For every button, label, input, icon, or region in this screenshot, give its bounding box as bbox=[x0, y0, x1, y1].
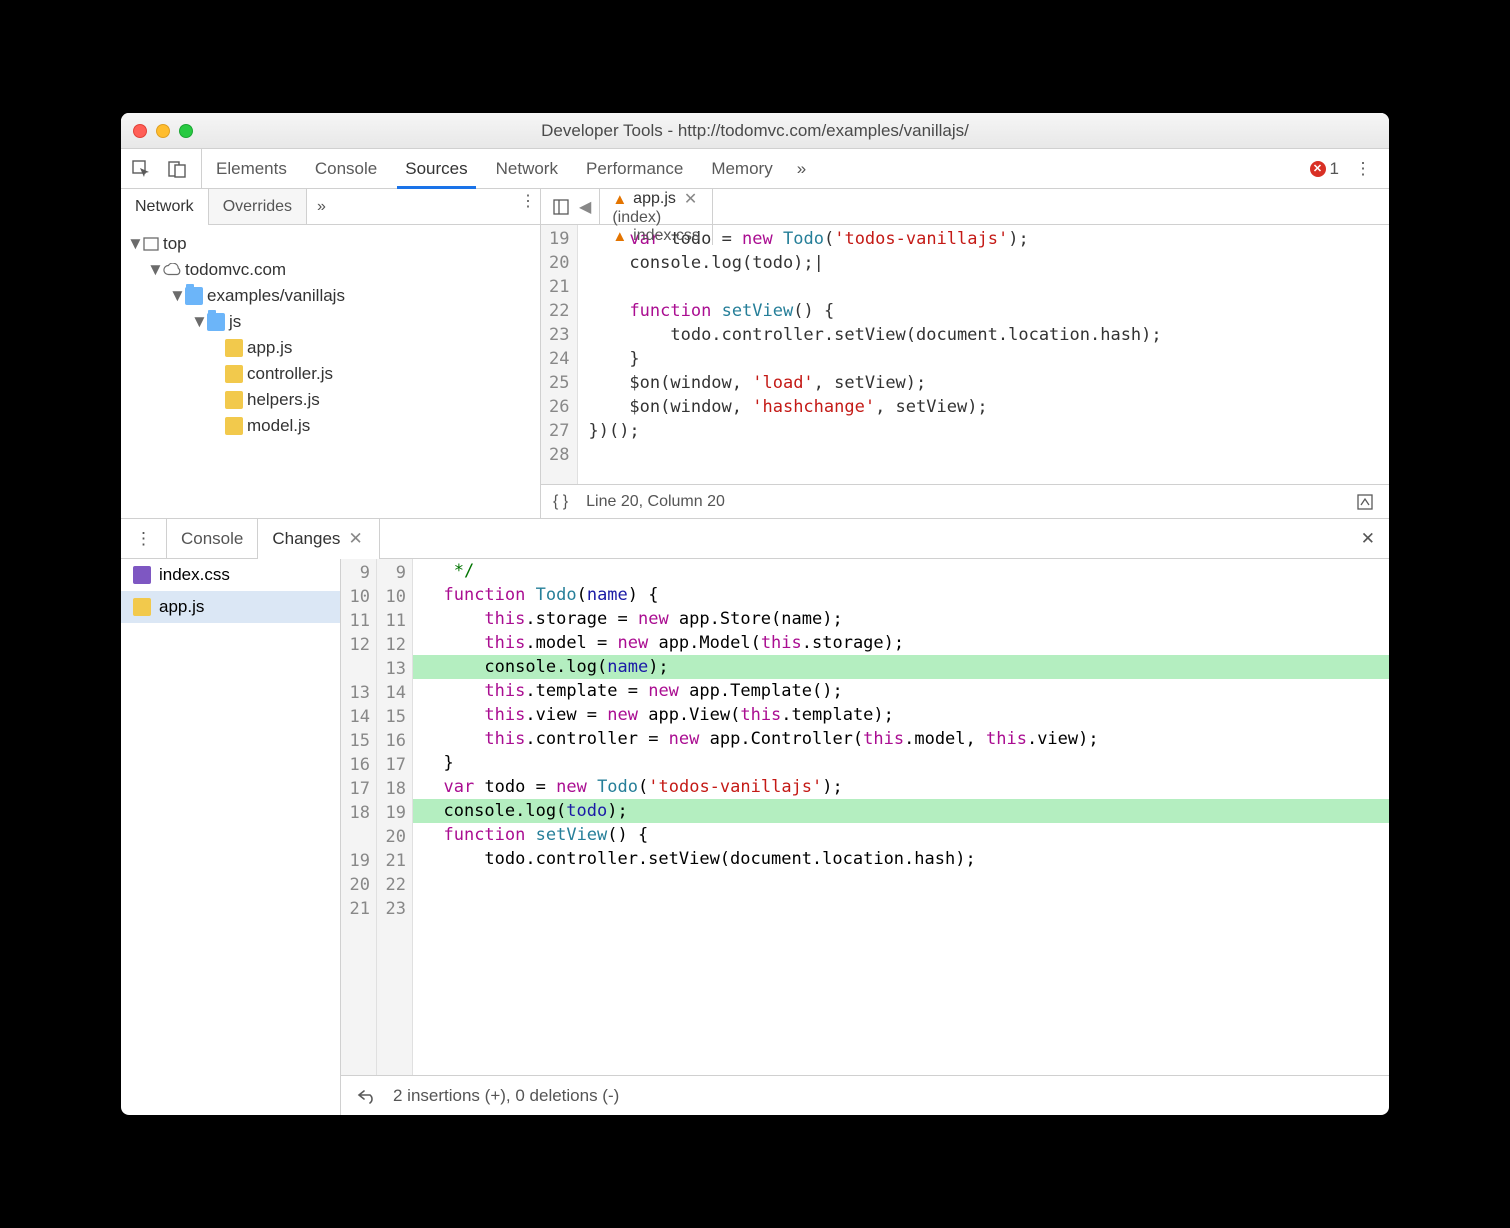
tree-subfolder[interactable]: ▼ js bbox=[125, 309, 536, 335]
frame-icon bbox=[143, 236, 159, 252]
changes-file-label: index.css bbox=[159, 565, 230, 585]
settings-menu-icon[interactable]: ⋮ bbox=[1351, 157, 1375, 181]
editor: ◀ ▲ app.js ✕ (index)▲ index.css 19 20 21 22 … bbox=[541, 189, 1389, 518]
main-tab-elements[interactable]: Elements bbox=[202, 149, 301, 188]
css-file-icon bbox=[133, 566, 151, 584]
devtools-window: Developer Tools - http://todomvc.com/exa… bbox=[121, 113, 1389, 1115]
toolbar-left bbox=[129, 149, 202, 188]
editor-tab[interactable]: ▲ app.js ✕ bbox=[600, 189, 713, 209]
drawer-tab-changes-label: Changes bbox=[272, 529, 340, 549]
tree-file-label: controller.js bbox=[247, 364, 333, 384]
js-file-icon bbox=[225, 339, 243, 357]
tree-file[interactable]: model.js bbox=[125, 413, 536, 439]
tree-domain[interactable]: ▼ todomvc.com bbox=[125, 257, 536, 283]
code-content[interactable]: var todo = new Todo('todos-vanillajs'); … bbox=[578, 225, 1389, 484]
main-tab-console[interactable]: Console bbox=[301, 149, 391, 188]
changes-statusbar: 2 insertions (+), 0 deletions (-) bbox=[341, 1075, 1389, 1115]
changes-file-label: app.js bbox=[159, 597, 204, 617]
tree-folder-label: examples/vanillajs bbox=[207, 286, 345, 306]
folder-icon bbox=[207, 313, 225, 331]
tree-subfolder-label: js bbox=[229, 312, 241, 332]
drawer: ⋮ Console Changes ✕ ✕ index.css app.js 9 … bbox=[121, 519, 1389, 1115]
changes-file-list: index.css app.js bbox=[121, 559, 341, 1115]
folder-icon bbox=[185, 287, 203, 305]
tree-folder[interactable]: ▼ examples/vanillajs bbox=[125, 283, 536, 309]
navigator-tab-overrides[interactable]: Overrides bbox=[209, 189, 307, 224]
cursor-position: Line 20, Column 20 bbox=[586, 493, 725, 511]
device-toolbar-icon[interactable] bbox=[165, 157, 189, 181]
pretty-print-icon[interactable]: { } bbox=[553, 493, 568, 511]
close-icon[interactable]: ✕ bbox=[346, 529, 364, 549]
editor-statusbar: { } Line 20, Column 20 bbox=[541, 484, 1389, 518]
editor-tab[interactable]: ▲ index.css bbox=[600, 227, 713, 245]
warning-icon: ▲ bbox=[612, 228, 627, 245]
js-file-icon bbox=[225, 417, 243, 435]
main-tabs: ElementsConsoleSourcesNetworkPerformance… bbox=[121, 149, 1389, 189]
diff-content[interactable]: */ function Todo(name) { this.storage = … bbox=[413, 559, 1389, 1075]
navigator-tab-network[interactable]: Network bbox=[121, 189, 209, 224]
chevron-left-icon[interactable]: ◀ bbox=[579, 197, 591, 217]
tree-file[interactable]: helpers.js bbox=[125, 387, 536, 413]
tree-file-label: helpers.js bbox=[247, 390, 320, 410]
js-file-icon bbox=[225, 391, 243, 409]
tree-file[interactable]: app.js bbox=[125, 335, 536, 361]
toggle-navigator-icon[interactable] bbox=[549, 195, 573, 219]
changes-file-item[interactable]: app.js bbox=[121, 591, 340, 623]
main-tab-memory[interactable]: Memory bbox=[697, 149, 786, 188]
tree-top[interactable]: ▼ top bbox=[125, 231, 536, 257]
js-file-icon bbox=[133, 598, 151, 616]
error-count[interactable]: ✕ 1 bbox=[1310, 159, 1339, 179]
sources-navigator: Network Overrides » ⋮ ▼ top ▼ todomvc.co… bbox=[121, 189, 541, 518]
editor-tab-label: app.js bbox=[633, 190, 676, 208]
tree-file-label: model.js bbox=[247, 416, 310, 436]
more-tabs-icon[interactable]: » bbox=[787, 149, 816, 188]
drawer-tab-changes[interactable]: Changes ✕ bbox=[257, 519, 379, 558]
editor-tab-label: index.css bbox=[633, 227, 700, 245]
cloud-icon bbox=[163, 263, 181, 277]
error-icon: ✕ bbox=[1310, 161, 1326, 177]
main-tab-network[interactable]: Network bbox=[482, 149, 572, 188]
drawer-tab-console[interactable]: Console bbox=[167, 519, 257, 558]
main-tab-sources[interactable]: Sources bbox=[391, 149, 481, 188]
drawer-menu-icon[interactable]: ⋮ bbox=[121, 519, 167, 558]
navigator-more-icon[interactable]: » bbox=[307, 189, 336, 224]
js-file-icon bbox=[225, 365, 243, 383]
changes-summary: 2 insertions (+), 0 deletions (-) bbox=[393, 1086, 619, 1106]
file-tree: ▼ top ▼ todomvc.com ▼ examples/vanillajs bbox=[121, 225, 540, 518]
changes-file-item[interactable]: index.css bbox=[121, 559, 340, 591]
tree-file-label: app.js bbox=[247, 338, 292, 358]
revert-icon[interactable] bbox=[355, 1084, 379, 1108]
editor-tabs: ◀ ▲app.js✕(index)▲index.css bbox=[541, 189, 1389, 225]
diff-gutter-new: 9 10 11 12 13 14 15 16 17 18 19 20 21 22… bbox=[377, 559, 413, 1075]
error-count-value: 1 bbox=[1330, 159, 1339, 179]
tree-domain-label: todomvc.com bbox=[185, 260, 286, 280]
coverage-icon[interactable] bbox=[1353, 490, 1377, 514]
titlebar: Developer Tools - http://todomvc.com/exa… bbox=[121, 113, 1389, 149]
editor-tab[interactable]: (index) bbox=[600, 209, 713, 227]
warning-icon: ▲ bbox=[612, 191, 627, 208]
inspect-element-icon[interactable] bbox=[129, 157, 153, 181]
tree-file[interactable]: controller.js bbox=[125, 361, 536, 387]
drawer-close-icon[interactable]: ✕ bbox=[1347, 519, 1389, 558]
main-tab-performance[interactable]: Performance bbox=[572, 149, 697, 188]
navigator-menu-icon[interactable]: ⋮ bbox=[516, 189, 540, 213]
line-gutter: 19 20 21 22 23 24 25 26 27 28 bbox=[541, 225, 578, 484]
tree-top-label: top bbox=[163, 234, 187, 254]
editor-tab-label: (index) bbox=[612, 209, 661, 227]
close-icon[interactable]: ✕ bbox=[682, 189, 699, 209]
diff-gutter-old: 9 10 11 12 13 14 15 16 17 18 19 20 21 bbox=[341, 559, 377, 1075]
window-title: Developer Tools - http://todomvc.com/exa… bbox=[121, 121, 1389, 141]
